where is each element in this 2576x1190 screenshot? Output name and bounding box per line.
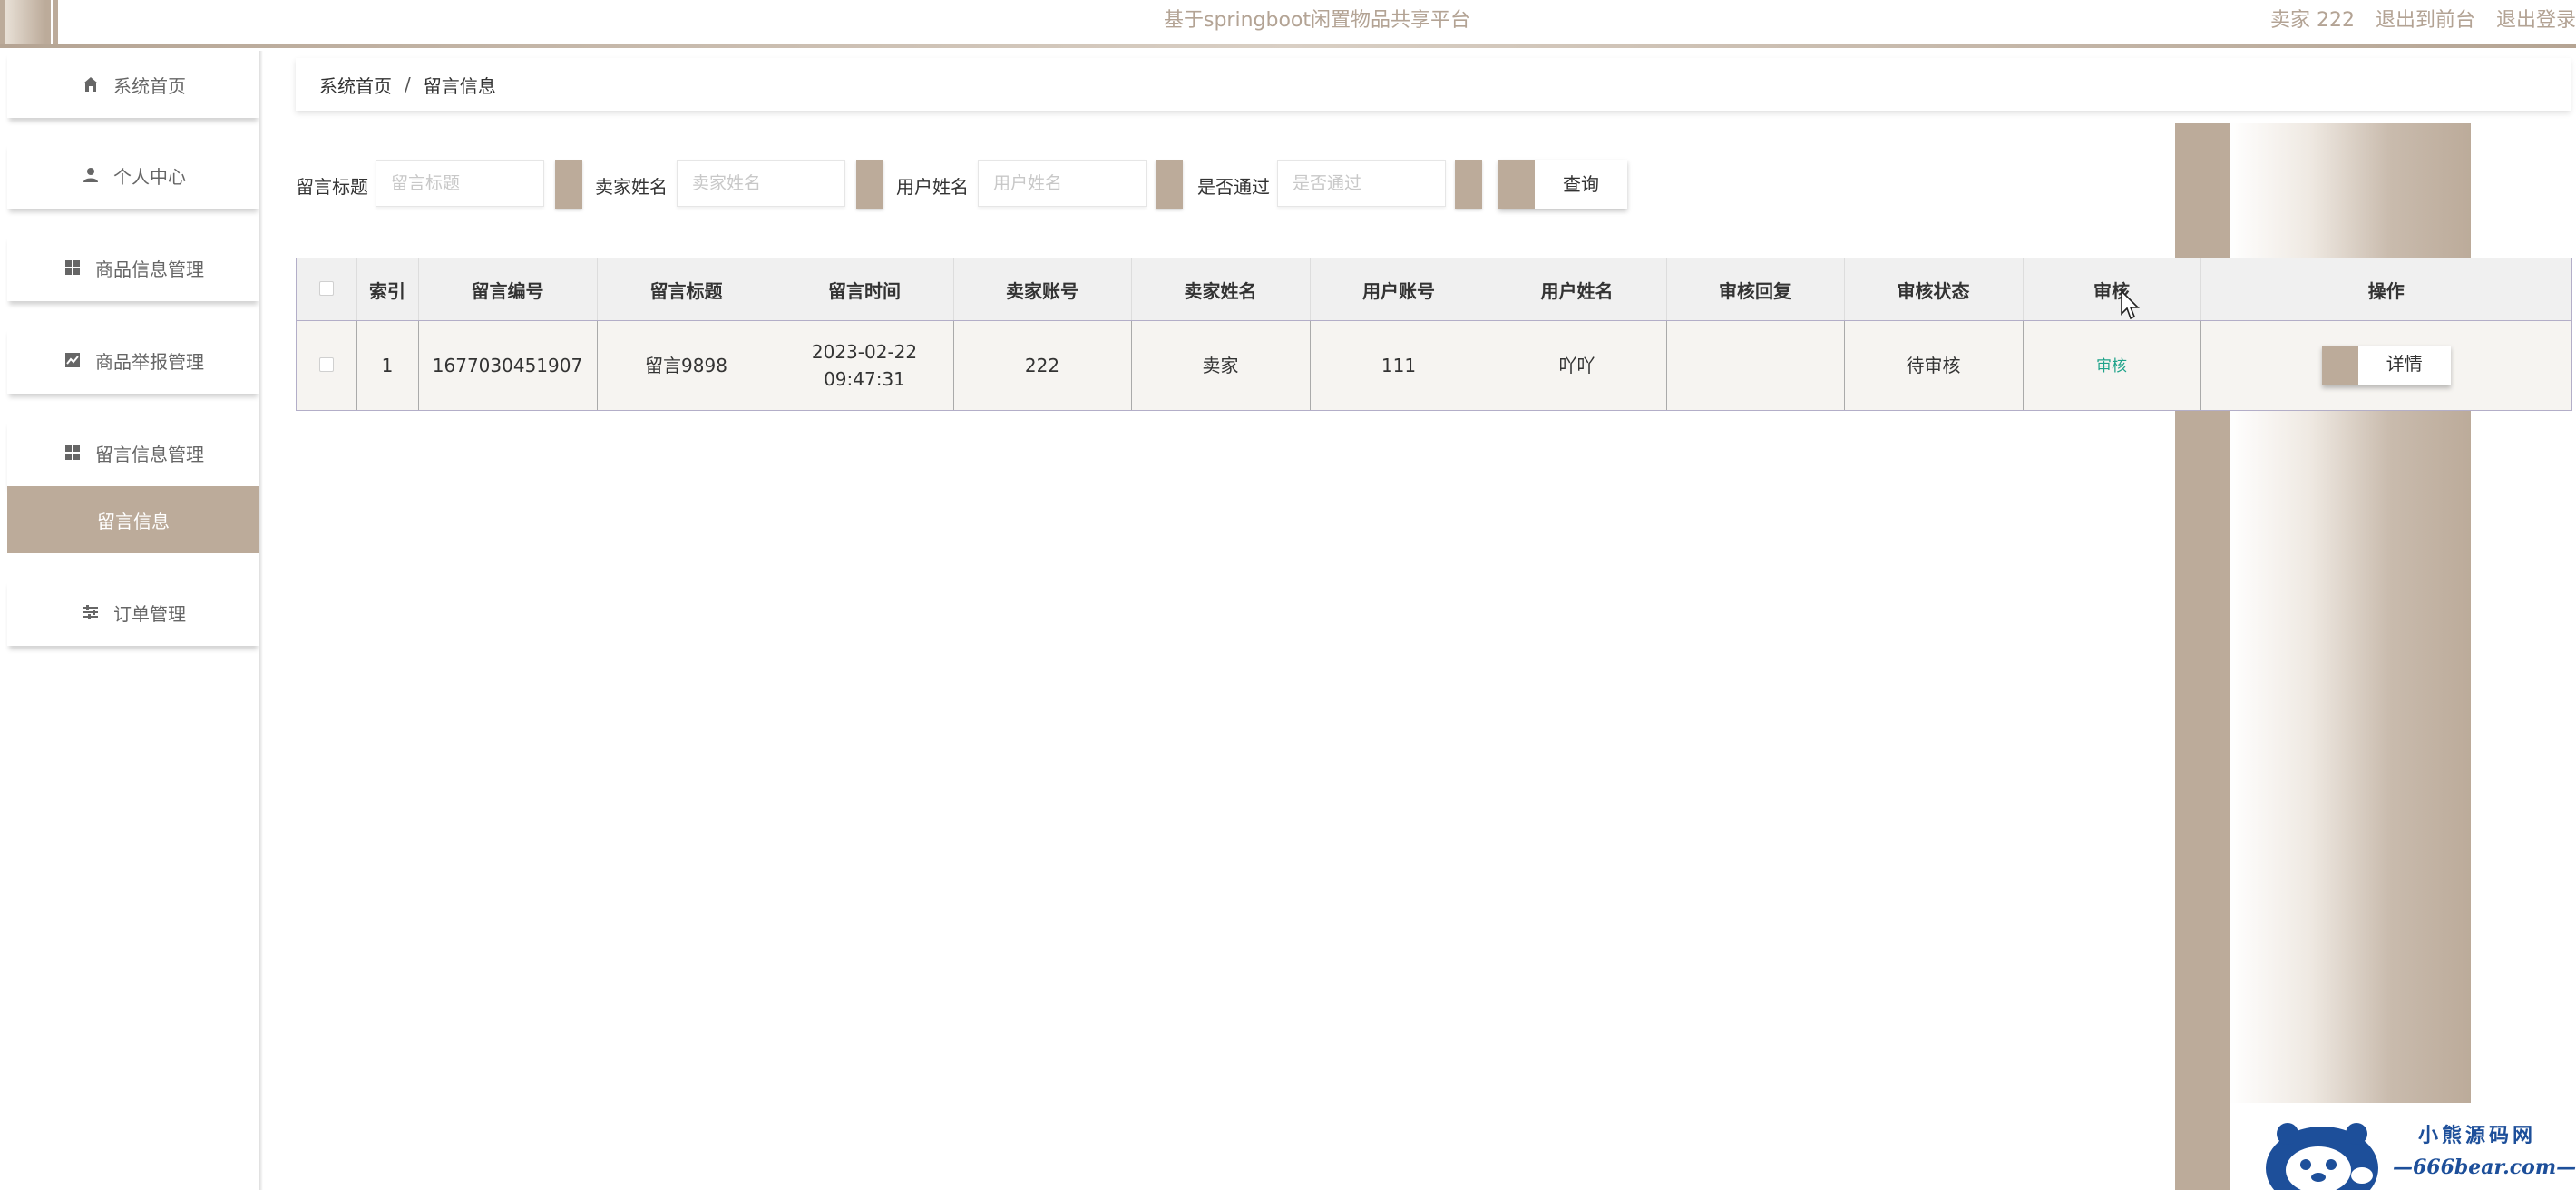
column-header: 用户账号 — [1310, 258, 1488, 321]
user-icon — [81, 165, 101, 185]
cell-message-no: 1677030451907 — [418, 320, 598, 410]
column-header: 留言标题 — [597, 258, 776, 321]
search-title-addon — [555, 160, 582, 209]
select-all-checkbox[interactable] — [297, 258, 357, 321]
cell-index: 1 — [356, 320, 419, 410]
breadcrumb-home[interactable]: 系统首页 — [319, 72, 392, 98]
breadcrumb-current: 留言信息 — [423, 74, 496, 97]
search-seller-addon — [856, 160, 883, 209]
breadcrumb-separator: / — [405, 73, 411, 95]
sidebar-item-orders[interactable]: 订单管理 — [7, 579, 259, 646]
search-input-seller-name[interactable] — [677, 160, 845, 207]
cell-audit-reply — [1666, 320, 1845, 410]
sidebar-item-label: 留言信息管理 — [95, 443, 204, 465]
column-header: 索引 — [356, 258, 419, 321]
table-header-row: 索引 留言编号 留言标题 留言时间 卖家账号 卖家姓名 用户账号 用户姓名 审核… — [297, 258, 2571, 321]
query-button-label: 查询 — [1563, 173, 1599, 195]
search-input-user-name[interactable] — [978, 160, 1147, 207]
sliders-icon — [81, 602, 101, 622]
cell-actions: 详情 — [2200, 320, 2571, 410]
audit-link[interactable]: 审核 — [2096, 357, 2127, 376]
column-header: 卖家姓名 — [1131, 258, 1311, 321]
logout-link[interactable]: 退出登录 — [2496, 9, 2576, 32]
bear-logo-icon — [2266, 1123, 2378, 1190]
chart-icon — [63, 350, 83, 370]
cell-user-name: 吖吖 — [1488, 320, 1667, 410]
query-button[interactable]: 查询 — [1498, 160, 1627, 209]
message-table: 索引 留言编号 留言标题 留言时间 卖家账号 卖家姓名 用户账号 用户姓名 审核… — [296, 258, 2572, 411]
sidebar-item-messages[interactable]: 留言信息管理 — [7, 419, 259, 486]
cell-audit: 审核 — [2023, 320, 2201, 410]
search-input-title[interactable] — [376, 160, 544, 207]
column-header: 审核 — [2023, 258, 2201, 321]
sidebar-item-label: 个人中心 — [113, 165, 186, 188]
cell-user-account: 111 — [1310, 320, 1488, 410]
watermark-title: 小熊源码网 — [2418, 1124, 2537, 1147]
app-title: 基于springboot闲置物品共享平台 — [1164, 9, 1471, 32]
detail-button[interactable]: 详情 — [2321, 346, 2451, 385]
cell-title: 留言9898 — [597, 320, 776, 410]
grid-icon — [63, 443, 83, 463]
detail-button-label: 详情 — [2386, 353, 2423, 375]
grid-icon — [63, 258, 83, 278]
row-checkbox[interactable] — [297, 320, 357, 410]
search-user-addon — [1156, 160, 1183, 209]
sidebar-item-reports[interactable]: 商品举报管理 — [7, 327, 259, 394]
column-header: 操作 — [2200, 258, 2571, 321]
user-label: 卖家 222 — [2269, 9, 2355, 32]
user-area: 卖家 222 退出到前台 退出登录 — [2256, 4, 2576, 33]
cell-audit-status: 待审核 — [1844, 320, 2024, 410]
sidebar-item-label: 订单管理 — [113, 602, 186, 625]
search-approved-addon — [1455, 160, 1482, 209]
column-header: 留言时间 — [776, 258, 954, 321]
header-divider — [0, 44, 2576, 48]
watermark: 小熊源码网 —666bear.com— — [2259, 1108, 2576, 1190]
search-label-approved: 是否通过 — [1197, 176, 1270, 198]
sidebar-item-goods[interactable]: 商品信息管理 — [7, 234, 259, 301]
sidebar: 系统首页 个人中心 商品信息管理 商品举报管理 留言信息管理 留言信息 订单管理 — [7, 51, 259, 1190]
search-label-seller-name: 卖家姓名 — [595, 176, 668, 198]
sidebar-item-home[interactable]: 系统首页 — [7, 51, 259, 118]
back-to-front-link[interactable]: 退出到前台 — [2376, 9, 2475, 32]
top-bar: 基于springboot闲置物品共享平台 卖家 222 退出到前台 退出登录 — [0, 0, 2576, 48]
cell-seller-account: 222 — [953, 320, 1132, 410]
sidebar-item-profile[interactable]: 个人中心 — [7, 141, 259, 209]
cell-seller-name: 卖家 — [1131, 320, 1311, 410]
column-header: 用户姓名 — [1488, 258, 1667, 321]
breadcrumb: 系统首页 / 留言信息 — [296, 58, 2571, 111]
watermark-url: —666bear.com— — [2393, 1156, 2576, 1179]
search-label-user-name: 用户姓名 — [896, 176, 969, 198]
logo-block — [0, 0, 51, 44]
sidebar-item-label: 商品举报管理 — [95, 350, 204, 373]
sidebar-subitem-message-info[interactable]: 留言信息 — [7, 486, 259, 553]
column-header: 卖家账号 — [953, 258, 1132, 321]
sidebar-edge — [259, 51, 263, 1190]
home-icon — [81, 74, 101, 94]
search-input-approved[interactable] — [1277, 160, 1446, 207]
cell-time: 2023-02-22 09:47:31 — [776, 320, 954, 410]
column-header: 审核回复 — [1666, 258, 1845, 321]
sidebar-item-label: 商品信息管理 — [95, 258, 204, 280]
mouse-cursor-icon — [2121, 289, 2142, 325]
logo-divider — [53, 0, 58, 44]
table-row: 1 1677030451907 留言9898 2023-02-22 09:47:… — [297, 320, 2571, 410]
sidebar-item-label: 系统首页 — [113, 74, 186, 97]
column-header: 审核状态 — [1844, 258, 2024, 321]
search-label-title: 留言标题 — [296, 176, 368, 198]
column-header: 留言编号 — [418, 258, 598, 321]
